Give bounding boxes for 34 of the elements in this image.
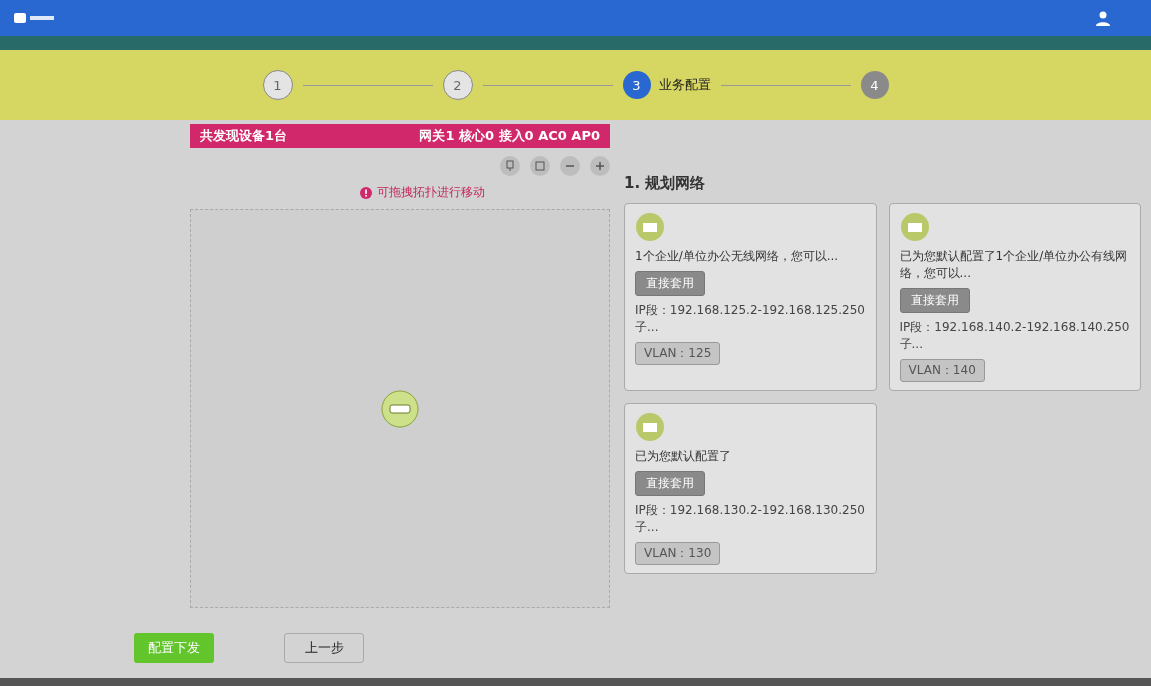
device-icon[interactable] (500, 156, 520, 176)
step-number: 2 (442, 70, 473, 100)
ip-range: IP段：192.168.130.2-192.168.130.250子... (635, 502, 866, 536)
fit-view-icon[interactable] (530, 156, 550, 176)
ip-range: IP段：192.168.140.2-192.168.140.250子... (899, 319, 1130, 353)
network-icon (635, 212, 665, 242)
ip-range: IP段：192.168.125.2-192.168.125.250子... (635, 302, 866, 336)
warning-icon (360, 186, 372, 199)
user-icon[interactable] (1095, 10, 1111, 26)
network-icon (635, 412, 665, 442)
vlan-tag: VLAN：130 (635, 542, 721, 565)
deploy-button[interactable]: 配置下发 (134, 633, 214, 663)
apply-button[interactable]: 直接套用 (635, 271, 705, 296)
router-icon[interactable] (380, 388, 420, 429)
step-label: 业务配置 (658, 76, 711, 94)
zoom-out-icon[interactable] (560, 156, 580, 176)
network-description: 1个企业/单位办公无线网络，您可以... (635, 248, 839, 265)
network-description: 已为您默认配置了1个企业/单位办公有线网络，您可以... (899, 248, 1129, 282)
summary-text: 共发现设备1台 (200, 127, 288, 145)
device-counts: 网关1 核心0 接入0 AC0 AP0 (419, 127, 600, 145)
step-number: 3 (622, 71, 651, 99)
network-description: 已为您默认配置了 (635, 448, 731, 465)
back-button[interactable]: 上一步 (284, 633, 364, 663)
section-title: 1. 规划网络 (624, 174, 707, 193)
vlan-tag: VLAN：140 (899, 359, 985, 382)
apply-button[interactable]: 直接套用 (635, 471, 705, 496)
zoom-in-icon[interactable] (590, 156, 610, 176)
logo-icon (14, 10, 54, 26)
step-number: 1 (262, 70, 293, 100)
apply-button[interactable]: 直接套用 (899, 288, 970, 313)
step-number: 4 (860, 71, 889, 99)
drag-hint: 可拖拽拓扑进行移动 (377, 184, 485, 201)
vlan-tag: VLAN：125 (635, 342, 721, 365)
network-icon (899, 212, 930, 242)
